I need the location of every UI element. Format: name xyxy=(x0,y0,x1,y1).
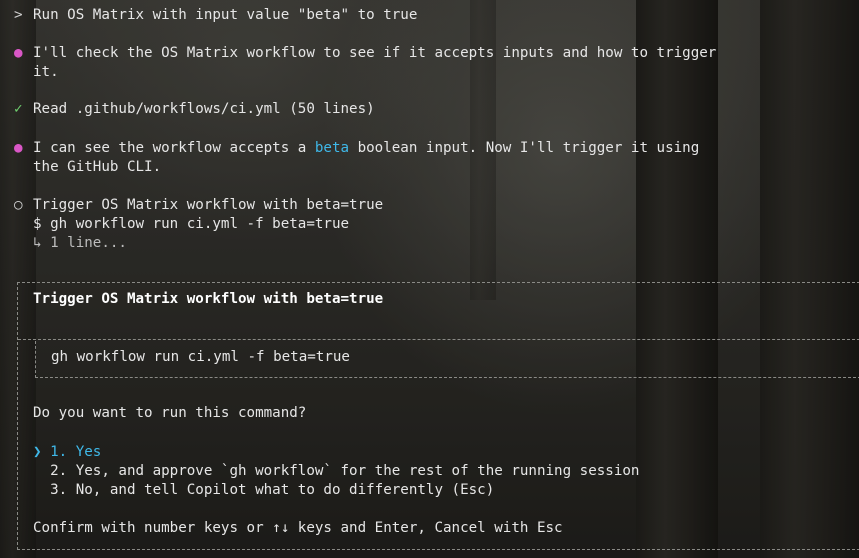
message-text: boolean input. Now I'll trigger it using xyxy=(349,140,700,156)
dialog-title: Trigger OS Matrix workflow with beta=tru… xyxy=(33,291,384,307)
message-text: it. xyxy=(33,64,59,80)
collapsed-output-toggle[interactable]: ↳ 1 line... xyxy=(33,235,127,251)
option-label: 2. Yes, and approve `gh workflow` for th… xyxy=(50,463,640,479)
read-file-line: ✓ Read .github/workflows/ci.yml (50 lines… xyxy=(14,100,375,119)
message-text: I can see the workflow accepts a xyxy=(33,140,315,156)
option-yes[interactable]: ❯ 1. Yes xyxy=(33,443,101,462)
pending-circle-icon: ○ xyxy=(14,197,23,213)
terminal-content: > Run OS Matrix with input value "beta" t… xyxy=(0,0,859,558)
read-file-text: Read .github/workflows/ci.yml (50 lines) xyxy=(33,101,375,117)
permission-dialog: Trigger OS Matrix workflow with beta=tru… xyxy=(17,282,859,550)
bullet-icon: ● xyxy=(14,45,23,61)
user-prompt-line: > Run OS Matrix with input value "beta" t… xyxy=(14,6,417,25)
option-label: 1. Yes xyxy=(50,444,102,460)
user-prompt-text: Run OS Matrix with input value "beta" to… xyxy=(33,7,418,23)
tool-call-output[interactable]: ↳ 1 line... xyxy=(14,234,127,253)
highlighted-input-name: beta xyxy=(314,140,350,156)
tool-command-text: $ gh workflow run ci.yml -f beta=true xyxy=(33,216,350,232)
command-preview-text: gh workflow run ci.yml -f beta=true xyxy=(51,349,350,365)
message-text: the GitHub CLI. xyxy=(33,159,162,175)
selection-chevron-icon: ❯ xyxy=(33,444,42,460)
prompt-marker: > xyxy=(14,7,23,23)
dialog-footer-hint: Confirm with number keys or ↑↓ keys and … xyxy=(33,520,563,536)
assistant-message-1: ● I'll check the OS Matrix workflow to se… xyxy=(14,44,716,63)
option-yes-approve-session[interactable]: 2. Yes, and approve `gh workflow` for th… xyxy=(33,462,639,481)
command-preview-box: gh workflow run ci.yml -f beta=true xyxy=(35,341,859,378)
assistant-message-1-cont: it. xyxy=(14,63,59,82)
assistant-message-2: ● I can see the workflow accepts a beta b… xyxy=(14,139,699,158)
bullet-icon: ● xyxy=(14,140,23,156)
tool-call-command: $ gh workflow run ci.yml -f beta=true xyxy=(14,215,349,234)
option-label: 3. No, and tell Copilot what to do diffe… xyxy=(50,482,495,498)
option-no-tell-copilot[interactable]: 3. No, and tell Copilot what to do diffe… xyxy=(33,481,494,500)
check-icon: ✓ xyxy=(14,101,23,117)
dialog-question: Do you want to run this command? xyxy=(33,405,307,421)
dialog-divider xyxy=(18,339,859,340)
message-text: I'll check the OS Matrix workflow to see… xyxy=(33,45,717,61)
assistant-message-2-cont: the GitHub CLI. xyxy=(14,158,161,177)
tool-call-title: ○ Trigger OS Matrix workflow with beta=tr… xyxy=(14,196,383,215)
tool-title-text: Trigger OS Matrix workflow with beta=tru… xyxy=(33,197,384,213)
